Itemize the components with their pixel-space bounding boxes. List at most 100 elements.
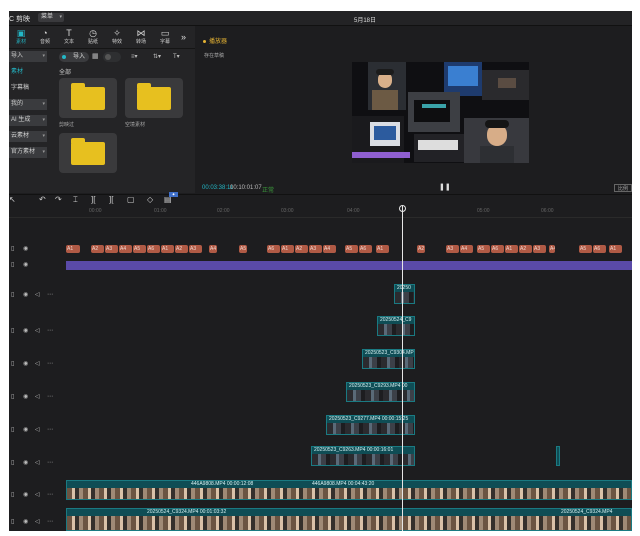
effect-clip[interactable]: A5 [579,245,592,253]
playhead[interactable] [399,205,406,531]
sort-icon[interactable]: ⇅▾ [153,53,161,60]
effect-clip[interactable]: A1 [609,245,622,253]
more-icon[interactable]: ⋯ [47,491,53,498]
effect-clip[interactable]: A1 [505,245,518,253]
lock-icon[interactable]: ▯ [11,261,14,268]
pause-icon[interactable]: ❚❚ [439,183,451,191]
effect-clip[interactable]: A1 [66,245,80,253]
effect-clip[interactable]: A5 [345,245,358,253]
more-icon[interactable]: ⋯ [47,459,53,466]
main-video-clip[interactable]: 446A9808.MP4 00:00:12:08 446A9808.MP4 00:… [66,480,632,500]
lock-icon[interactable]: ▯ [11,518,14,525]
tab-transition[interactable]: ⋈ 转场 [129,28,153,47]
video-preview[interactable] [352,62,529,163]
tab-audio[interactable]: ◔ 音频 [33,28,57,47]
lock-icon[interactable]: ▯ [11,291,14,298]
delete-icon[interactable]: ▢ [127,195,135,205]
sidebar-item-media[interactable]: 素材 [9,67,47,78]
effect-clip[interactable]: A1 [281,245,294,253]
timeline-ruler[interactable]: 00:00 01:00 02:00 03:00 04:00 05:00 06:0… [9,206,632,218]
speaker-icon[interactable]: ◁ [35,327,40,334]
effect-clip[interactable]: A6 [147,245,160,253]
tab-media[interactable]: ▣ 素材 [9,28,33,47]
sidebar-item-script[interactable]: 字幕稿 [9,83,47,94]
lock-icon[interactable]: ▯ [11,393,14,400]
effect-clip[interactable]: A5 [477,245,490,253]
effect-clip[interactable]: A3 [189,245,202,253]
effect-clip[interactable]: A6 [491,245,504,253]
effect-clip[interactable]: A6 [267,245,280,253]
filter-track-clip[interactable] [66,261,632,270]
grid-view-icon[interactable]: ▦ [92,52,101,62]
effect-clip[interactable]: A3 [533,245,546,253]
effect-clip[interactable]: A2 [91,245,104,253]
split-right-icon[interactable]: ][ [109,195,113,205]
eye-icon[interactable]: ◉ [23,360,28,367]
effect-clip[interactable]: A3 [309,245,322,253]
sidebar-item-import[interactable]: 导入 ▾ [9,51,47,62]
effect-clip[interactable]: A2 [519,245,532,253]
video-clip[interactable]: 20250523_C9293.MP4 00 [346,382,415,402]
speaker-icon[interactable]: ◁ [35,291,40,298]
sidebar-item-mine[interactable]: 我的 ▾ [9,99,47,110]
more-icon[interactable]: ⋯ [47,426,53,433]
more-tabs-icon[interactable]: » [181,32,186,42]
redo-icon[interactable]: ↷ [55,195,62,205]
select-tool-icon[interactable]: ↖ [9,195,16,205]
eye-icon[interactable]: ◉ [23,491,28,498]
video-clip[interactable]: 20250523_C9304.MP [362,349,415,369]
lock-icon[interactable]: ▯ [11,327,14,334]
effect-clip[interactable]: A4 [209,245,217,253]
split-icon[interactable]: ⌶ [73,195,78,205]
effect-clip[interactable]: A3 [105,245,118,253]
speaker-icon[interactable]: ◁ [35,393,40,400]
lock-icon[interactable]: ▯ [11,245,14,252]
split-left-icon[interactable]: ][ [91,195,95,205]
tab-text[interactable]: T 文本 [57,28,81,47]
effect-clip[interactable]: A4 [460,245,473,253]
eye-icon[interactable]: ◉ [23,426,28,433]
eye-icon[interactable]: ◉ [23,393,28,400]
sidebar-item-cloud[interactable]: 云素材 ▾ [9,131,47,142]
folder-item[interactable] [125,78,183,118]
type-filter-icon[interactable]: T▾ [173,53,180,60]
lock-icon[interactable]: ▯ [11,491,14,498]
more-icon[interactable]: ⋯ [47,327,53,334]
effect-clip[interactable]: A5 [239,245,247,253]
effect-clip[interactable]: A2 [295,245,308,253]
video-clip-small[interactable] [556,446,560,466]
eye-icon[interactable]: ◉ [23,518,28,525]
folder-item[interactable] [59,133,117,173]
speaker-icon[interactable]: ◁ [35,491,40,498]
effect-clip[interactable]: A4 [119,245,132,253]
speaker-icon[interactable]: ◁ [35,426,40,433]
more-icon[interactable]: ⋯ [47,393,53,400]
effect-clip[interactable]: A1 [376,245,389,253]
ratio-button[interactable]: 比例 [614,184,632,192]
effect-clip[interactable]: A6 [359,245,372,253]
eye-icon[interactable]: ◉ [23,291,28,298]
folder-item[interactable] [59,78,117,118]
more-icon[interactable]: ⋯ [47,518,53,525]
more-icon[interactable]: ⋯ [47,360,53,367]
eye-icon[interactable]: ◉ [23,245,28,252]
import-button[interactable]: 导入 [59,52,89,62]
lock-icon[interactable]: ▯ [11,459,14,466]
shield-icon[interactable]: ◇ [147,195,153,205]
tab-effects[interactable]: ✧ 特效 [105,28,129,47]
sidebar-item-ai[interactable]: AI 生成 ▾ [9,115,47,126]
eye-icon[interactable]: ◉ [23,459,28,466]
effect-clip[interactable]: A4 [323,245,336,253]
lock-icon[interactable]: ▯ [11,426,14,433]
effect-clip[interactable]: A3 [446,245,459,253]
speaker-icon[interactable]: ◁ [35,518,40,525]
video-clip[interactable]: 20250 [394,284,415,304]
effect-clip[interactable]: A1 [161,245,174,253]
effect-clip[interactable]: A4 [549,245,555,253]
more-icon[interactable]: ⋯ [47,291,53,298]
effect-clip[interactable]: A6 [593,245,606,253]
filter-icon[interactable]: ≡▾ [131,53,138,60]
view-toggle[interactable] [103,52,121,62]
effect-clip[interactable]: A2 [417,245,425,253]
undo-icon[interactable]: ↶ [39,195,46,205]
